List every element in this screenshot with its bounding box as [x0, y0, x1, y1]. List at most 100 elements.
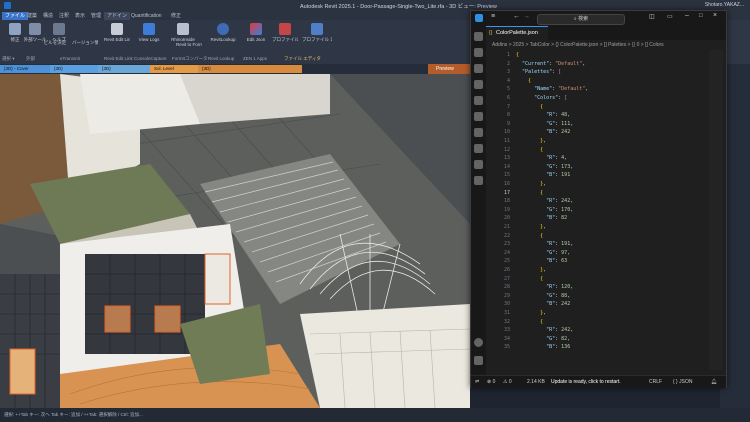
- tab-quantification[interactable]: Quantification: [128, 12, 165, 20]
- minimize-icon[interactable]: –: [685, 12, 689, 19]
- code-line: "R": 120,: [546, 284, 574, 291]
- line-number: 22: [503, 232, 510, 239]
- code-line: },: [540, 224, 547, 230]
- line-number: 6: [506, 95, 510, 101]
- building-model-illustration: [0, 74, 470, 408]
- group-file-editor: ファイル エディタ: [284, 56, 321, 61]
- preview-tab[interactable]: Preview: [428, 64, 470, 74]
- version-info-button[interactable]: バージョン情報: [72, 38, 98, 45]
- tab-addins[interactable]: アドイン: [104, 12, 131, 20]
- preview-tab-label: Preview: [436, 66, 454, 72]
- account-icon[interactable]: [474, 338, 483, 347]
- line-number: 7: [506, 103, 510, 110]
- revit-user-name[interactable]: Shotaro.YAKAZ...: [705, 2, 744, 8]
- revit-edit-link-button[interactable]: Revit Edit Link: [104, 23, 130, 42]
- revit-logo-icon: [4, 2, 11, 9]
- tab-view[interactable]: 表示: [72, 12, 88, 20]
- warnings-count[interactable]: ⚠ 0: [503, 379, 512, 385]
- group-etransmit: eTransmit: [60, 56, 80, 61]
- line-number: 21: [503, 224, 510, 230]
- breadcrumb[interactable]: Addins > 2025 > TabColor > {} ColorPalet…: [486, 40, 726, 50]
- group-revit-lookup: Revit Lookup: [208, 56, 235, 61]
- code-line: "B": 242: [546, 301, 571, 308]
- revit-3d-viewport[interactable]: [0, 74, 470, 408]
- tab-modify[interactable]: 修正: [168, 12, 184, 20]
- language-mode[interactable]: { } JSON: [673, 379, 692, 385]
- explorer-icon[interactable]: [474, 32, 483, 41]
- line-number: 29: [503, 292, 510, 299]
- revit-to-formit-button[interactable]: Revit to FormIt: [176, 40, 202, 47]
- code-line: {: [540, 103, 544, 110]
- code-line: {: [528, 77, 532, 84]
- copilot-chat-icon[interactable]: [474, 160, 483, 169]
- group-select[interactable]: 選択 ▾: [2, 56, 15, 62]
- forward-arrow-icon[interactable]: →: [523, 13, 530, 20]
- line-number: 8: [506, 112, 510, 119]
- code-line: {: [540, 232, 544, 239]
- code-line: "G": 173,: [546, 163, 574, 170]
- close-icon[interactable]: ×: [713, 12, 717, 19]
- code-line: "R": 242,: [546, 327, 574, 334]
- vscode-status-bar: ⇌ ⊗ 0 ⚠ 0 2.14 KB Update is ready, click…: [471, 375, 726, 388]
- remote-explorer-icon[interactable]: [474, 96, 483, 105]
- code-line: "B": 242: [546, 129, 571, 136]
- layout-icon[interactable]: ▭: [667, 13, 673, 20]
- line-ending[interactable]: CRLF: [649, 379, 662, 385]
- tab-annotate[interactable]: 注釈: [56, 12, 72, 20]
- group-revit-edit-link: Revit Edit Link: [104, 56, 133, 61]
- errors-count[interactable]: ⊗ 0: [487, 379, 495, 385]
- help-icon: [53, 23, 65, 35]
- line-number: 17: [503, 189, 510, 196]
- building-button[interactable]: ビルを決定: [42, 38, 68, 45]
- line-number: 20: [503, 215, 510, 222]
- notifications-bell-icon[interactable]: 🔔︎: [711, 379, 717, 385]
- python-icon[interactable]: [474, 176, 483, 185]
- code-editor[interactable]: 1 {2 "Current": "Default", 3 "Palettes": […: [486, 50, 726, 375]
- line-number: 12: [503, 146, 510, 153]
- extensions-icon[interactable]: [474, 80, 483, 89]
- code-line: },: [540, 310, 547, 316]
- view-tab-3d-c[interactable]: {3D}: [198, 65, 302, 73]
- profile-load-button[interactable]: プロファイル ロード: [272, 23, 298, 42]
- command-search-input[interactable]: ⌕ 検索: [537, 14, 625, 25]
- line-number: 30: [503, 301, 510, 308]
- line-number: 23: [503, 241, 510, 248]
- tab-structure[interactable]: 構造: [40, 12, 56, 20]
- copilot-icon[interactable]: ◫: [649, 13, 655, 20]
- code-line: "Colors": [: [534, 95, 568, 101]
- view-tab-cover[interactable]: {3D} - Cover: [0, 65, 52, 73]
- line-number: 14: [503, 163, 510, 170]
- edit-json-button[interactable]: Edit Json: [243, 23, 269, 42]
- database-icon[interactable]: [474, 144, 483, 153]
- source-control-icon[interactable]: [474, 64, 483, 73]
- cursor-icon: [9, 23, 21, 35]
- revit-status-bar: 選択: ++Tab キー: 次へ Tab キー: 追加 / ++Tab: 選択解…: [0, 408, 750, 422]
- code-line: "G": 111,: [546, 120, 574, 127]
- code-line: "B": 63: [546, 258, 568, 265]
- view-tab-3d-a[interactable]: {3D}: [50, 65, 100, 73]
- profile-load-start-button[interactable]: プロファイル ロードして開始: [302, 23, 332, 42]
- tab-architecture[interactable]: 建築: [24, 12, 40, 20]
- revitlookup-button[interactable]: RevitLookup: [210, 23, 236, 42]
- back-arrow-icon[interactable]: ←: [513, 13, 520, 20]
- search-view-icon[interactable]: [474, 48, 483, 57]
- maximize-icon[interactable]: □: [699, 13, 703, 19]
- view-tab-3d-b[interactable]: {3D}: [98, 65, 152, 73]
- group-consolecapture: ConsoleCapture: [134, 56, 167, 61]
- update-ready-notice[interactable]: Update is ready, click to restart.: [551, 379, 621, 385]
- json-icon: [250, 23, 262, 35]
- tab-manage[interactable]: 管理: [88, 12, 104, 20]
- settings-gear-icon[interactable]: [474, 356, 483, 365]
- containers-icon[interactable]: [474, 128, 483, 137]
- minimap[interactable]: [709, 50, 723, 370]
- line-number: 34: [503, 335, 510, 342]
- view-tab-sol-level[interactable]: Sol. Level: [150, 65, 200, 73]
- line-number: 11: [503, 138, 510, 144]
- tab-colorpalette-json[interactable]: {} ColorPalette.json: [486, 26, 548, 40]
- menu-icon[interactable]: ≡: [491, 13, 495, 20]
- view-logs-button[interactable]: View Logs: [136, 23, 162, 42]
- testing-icon[interactable]: [474, 112, 483, 121]
- line-number: 13: [503, 155, 510, 162]
- line-number: 32: [503, 318, 510, 325]
- remote-indicator-icon[interactable]: ⇌: [475, 379, 479, 385]
